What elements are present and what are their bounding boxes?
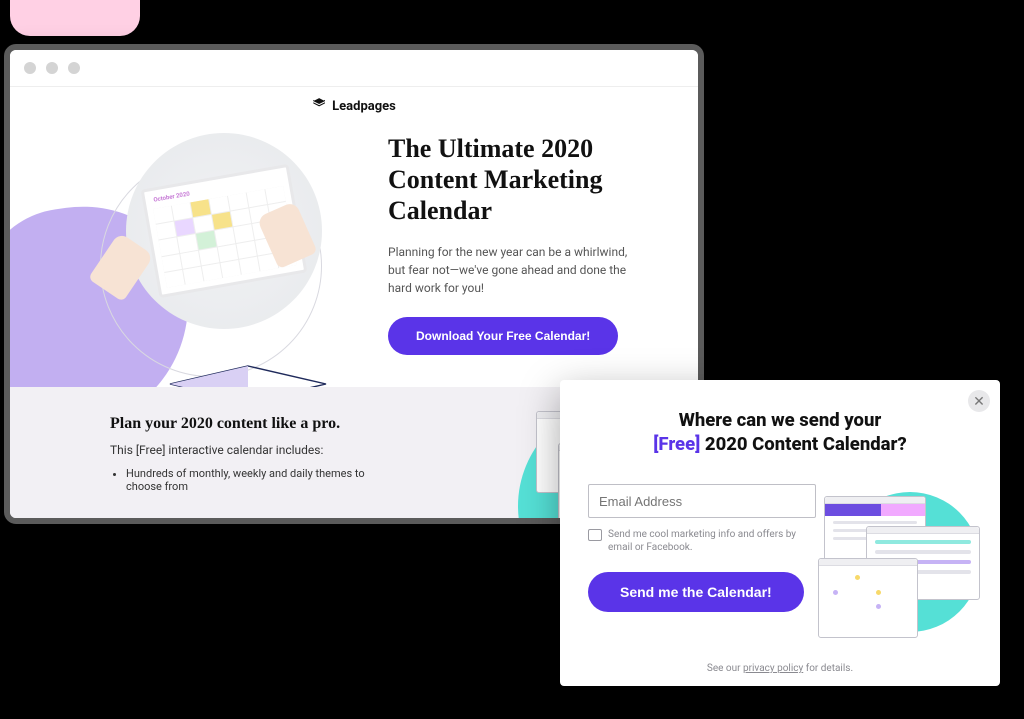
privacy-note: See our privacy policy for details.	[560, 663, 1000, 674]
email-input[interactable]	[588, 484, 816, 518]
leadpages-stack-icon	[312, 97, 326, 115]
close-button[interactable]: ✕	[968, 390, 990, 412]
hero-title: The Ultimate 2020 Content Marketing Cale…	[388, 133, 658, 227]
screenshot-thumb	[818, 558, 918, 638]
brand-name: Leadpages	[332, 99, 396, 114]
tablet-month-label: October 2020	[153, 190, 190, 203]
close-icon: ✕	[973, 393, 985, 410]
decorative-pink-tab	[10, 0, 140, 36]
privacy-pre: See our	[707, 663, 743, 674]
decorative-diamond	[168, 365, 328, 387]
popup-title-line2: 2020 Content Calendar?	[705, 433, 907, 455]
features-list-item: Hundreds of monthly, weekly and daily th…	[126, 467, 386, 493]
features-list: Hundreds of monthly, weekly and daily th…	[110, 467, 386, 493]
send-calendar-button[interactable]: Send me the Calendar!	[588, 572, 804, 612]
popup-title-accent: [Free]	[653, 433, 700, 455]
hero-subtitle: Planning for the new year can be a whirl…	[388, 243, 628, 297]
privacy-post: for details.	[803, 663, 853, 674]
window-titlebar	[10, 50, 698, 87]
popup-title-line1: Where can we send your	[679, 409, 882, 431]
privacy-policy-link[interactable]: privacy policy	[743, 663, 803, 674]
download-calendar-button[interactable]: Download Your Free Calendar!	[388, 317, 618, 355]
hero-section: Leadpages October 2020 The Ultimate 20	[10, 87, 698, 387]
popup-title: Where can we send your [Free] 2020 Conte…	[620, 408, 940, 456]
popup-illustration	[816, 492, 976, 642]
hero-copy: The Ultimate 2020 Content Marketing Cale…	[388, 133, 658, 355]
window-dot	[46, 62, 58, 74]
optin-checkbox[interactable]	[588, 529, 602, 541]
window-dot	[24, 62, 36, 74]
email-capture-popup: ✕ Where can we send your [Free] 2020 Con…	[560, 380, 1000, 686]
window-dot	[68, 62, 80, 74]
brand-logo: Leadpages	[312, 97, 396, 115]
optin-row: Send me cool marketing info and offers b…	[588, 528, 808, 554]
optin-label: Send me cool marketing info and offers b…	[608, 528, 808, 554]
